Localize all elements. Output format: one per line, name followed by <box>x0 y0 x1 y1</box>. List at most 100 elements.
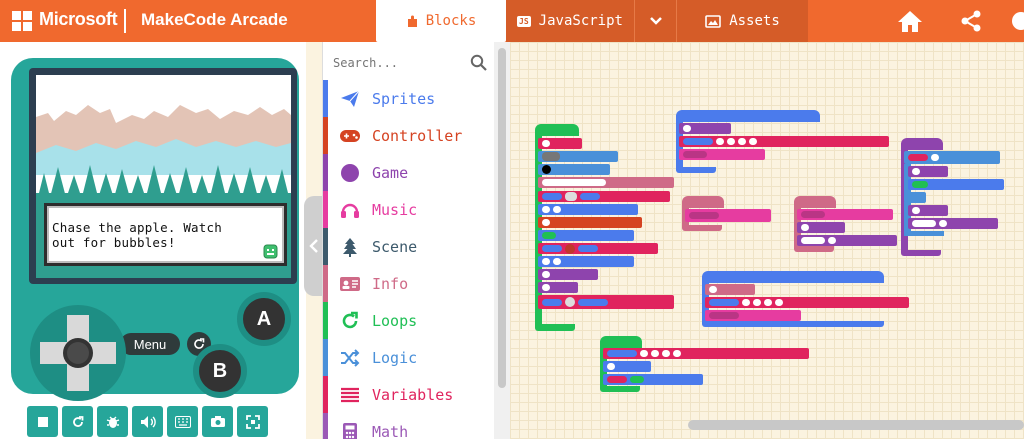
countdown-hat-block[interactable] <box>901 138 943 150</box>
headphones-icon <box>328 201 372 219</box>
circle-icon <box>328 163 372 183</box>
b-button-label: B <box>212 359 228 382</box>
calculator-icon <box>328 422 372 439</box>
debug-button[interactable] <box>97 406 128 437</box>
id-card-icon <box>328 276 372 292</box>
tab-language-dropdown[interactable] <box>634 0 676 42</box>
a-button-label: A <box>256 307 272 330</box>
code-block[interactable] <box>538 295 674 309</box>
tab-blocks[interactable]: Blocks <box>376 0 506 42</box>
category-math[interactable]: Math <box>323 413 495 439</box>
code-block[interactable] <box>705 297 909 308</box>
list-icon <box>328 387 372 403</box>
code-block[interactable] <box>603 348 809 359</box>
restart-sim-button[interactable] <box>62 406 93 437</box>
code-block[interactable] <box>705 284 755 295</box>
code-block[interactable] <box>538 177 674 188</box>
robot-icon <box>263 244 278 259</box>
game-screen[interactable]: Chase the apple. Watch out for bubbles! <box>36 75 291 278</box>
code-block[interactable] <box>797 235 897 246</box>
on-life-zero-hat-block[interactable] <box>794 196 836 208</box>
toolbox-scrollbar[interactable] <box>494 42 510 439</box>
code-block[interactable] <box>538 164 610 175</box>
d-pad[interactable] <box>27 303 129 403</box>
menu-button[interactable]: Menu <box>120 333 180 355</box>
category-variables[interactable]: Variables <box>323 376 495 413</box>
a-button[interactable]: A <box>237 292 291 346</box>
toolbox-scrollbar-thumb[interactable] <box>498 48 506 388</box>
menu-label: Menu <box>133 336 167 352</box>
code-block[interactable] <box>538 138 582 149</box>
code-block[interactable] <box>685 209 771 222</box>
microsoft-small-logo-icon <box>137 394 147 404</box>
code-block[interactable] <box>538 243 658 254</box>
category-sprites[interactable]: Sprites <box>323 80 495 117</box>
code-block[interactable] <box>797 209 893 220</box>
keyboard-button[interactable] <box>167 406 198 437</box>
search-icon[interactable] <box>470 54 487 71</box>
code-block[interactable] <box>908 205 948 216</box>
category-loops[interactable]: Loops <box>323 302 495 339</box>
code-block[interactable] <box>603 374 703 385</box>
sound-button[interactable] <box>132 406 163 437</box>
toolbox-search <box>333 50 487 76</box>
screenshot-button[interactable] <box>202 406 233 437</box>
category-info[interactable]: Info <box>323 265 495 302</box>
b-button[interactable]: B <box>193 344 247 398</box>
code-block[interactable] <box>538 282 578 293</box>
tab-javascript[interactable]: JS JavaScript <box>506 0 634 42</box>
tree-icon <box>328 237 372 257</box>
category-label: Variables <box>372 385 454 404</box>
fullscreen-button[interactable] <box>237 406 268 437</box>
code-block[interactable] <box>679 136 889 147</box>
on-score-hat-block[interactable] <box>682 196 724 208</box>
code-block[interactable] <box>908 179 1004 190</box>
toolbox: Sprites Controller Game Music Scene Info… <box>322 42 494 439</box>
code-block[interactable] <box>538 217 642 228</box>
stop-button[interactable] <box>27 406 58 437</box>
tab-blocks-label: Blocks <box>425 13 477 29</box>
top-bar: Microsoft MakeCode Arcade Blocks JS Java… <box>0 0 1024 42</box>
home-icon[interactable] <box>897 8 923 34</box>
forever-hat-block[interactable] <box>600 336 642 348</box>
category-scene[interactable]: Scene <box>323 228 495 265</box>
workspace-scrollbar[interactable] <box>688 420 1024 430</box>
code-block[interactable] <box>538 151 618 162</box>
code-block[interactable] <box>538 204 638 215</box>
tab-javascript-label: JavaScript <box>538 13 623 29</box>
overlap-projectile-hat-block[interactable] <box>702 271 884 283</box>
code-block[interactable] <box>603 361 651 372</box>
code-block[interactable] <box>904 151 1000 164</box>
code-block[interactable] <box>705 310 801 321</box>
javascript-icon: JS <box>517 15 531 27</box>
puzzle-icon <box>407 15 417 27</box>
code-block[interactable] <box>908 166 948 177</box>
category-logic[interactable]: Logic <box>323 339 495 376</box>
search-input[interactable] <box>333 50 458 76</box>
collapse-simulator-handle[interactable] <box>304 196 324 296</box>
category-music[interactable]: Music <box>323 191 495 228</box>
share-icon[interactable] <box>958 8 984 34</box>
blocks-workspace[interactable] <box>510 42 1024 439</box>
code-block[interactable] <box>538 269 598 280</box>
loop-icon <box>328 311 372 331</box>
tab-assets[interactable]: Assets <box>676 0 808 42</box>
code-block[interactable] <box>538 191 670 202</box>
overlap-block-end <box>676 167 716 173</box>
category-controller[interactable]: Controller <box>323 117 495 154</box>
code-block[interactable] <box>908 218 998 229</box>
code-block[interactable] <box>679 123 731 134</box>
brand-name[interactable]: Microsoft <box>39 9 118 30</box>
keyboard-icon <box>174 415 191 428</box>
code-block[interactable] <box>538 256 634 267</box>
code-block[interactable] <box>679 149 765 160</box>
overlap-event-hat-block[interactable] <box>676 110 820 122</box>
category-game[interactable]: Game <box>323 154 495 191</box>
code-block[interactable] <box>797 222 845 233</box>
product-name[interactable]: MakeCode Arcade <box>141 10 288 30</box>
code-block[interactable] <box>538 230 634 241</box>
simulator-toolbar <box>0 406 306 439</box>
countdown-block-end <box>901 250 941 256</box>
on-start-hat-block[interactable] <box>535 124 579 136</box>
help-icon[interactable] <box>1010 8 1024 34</box>
